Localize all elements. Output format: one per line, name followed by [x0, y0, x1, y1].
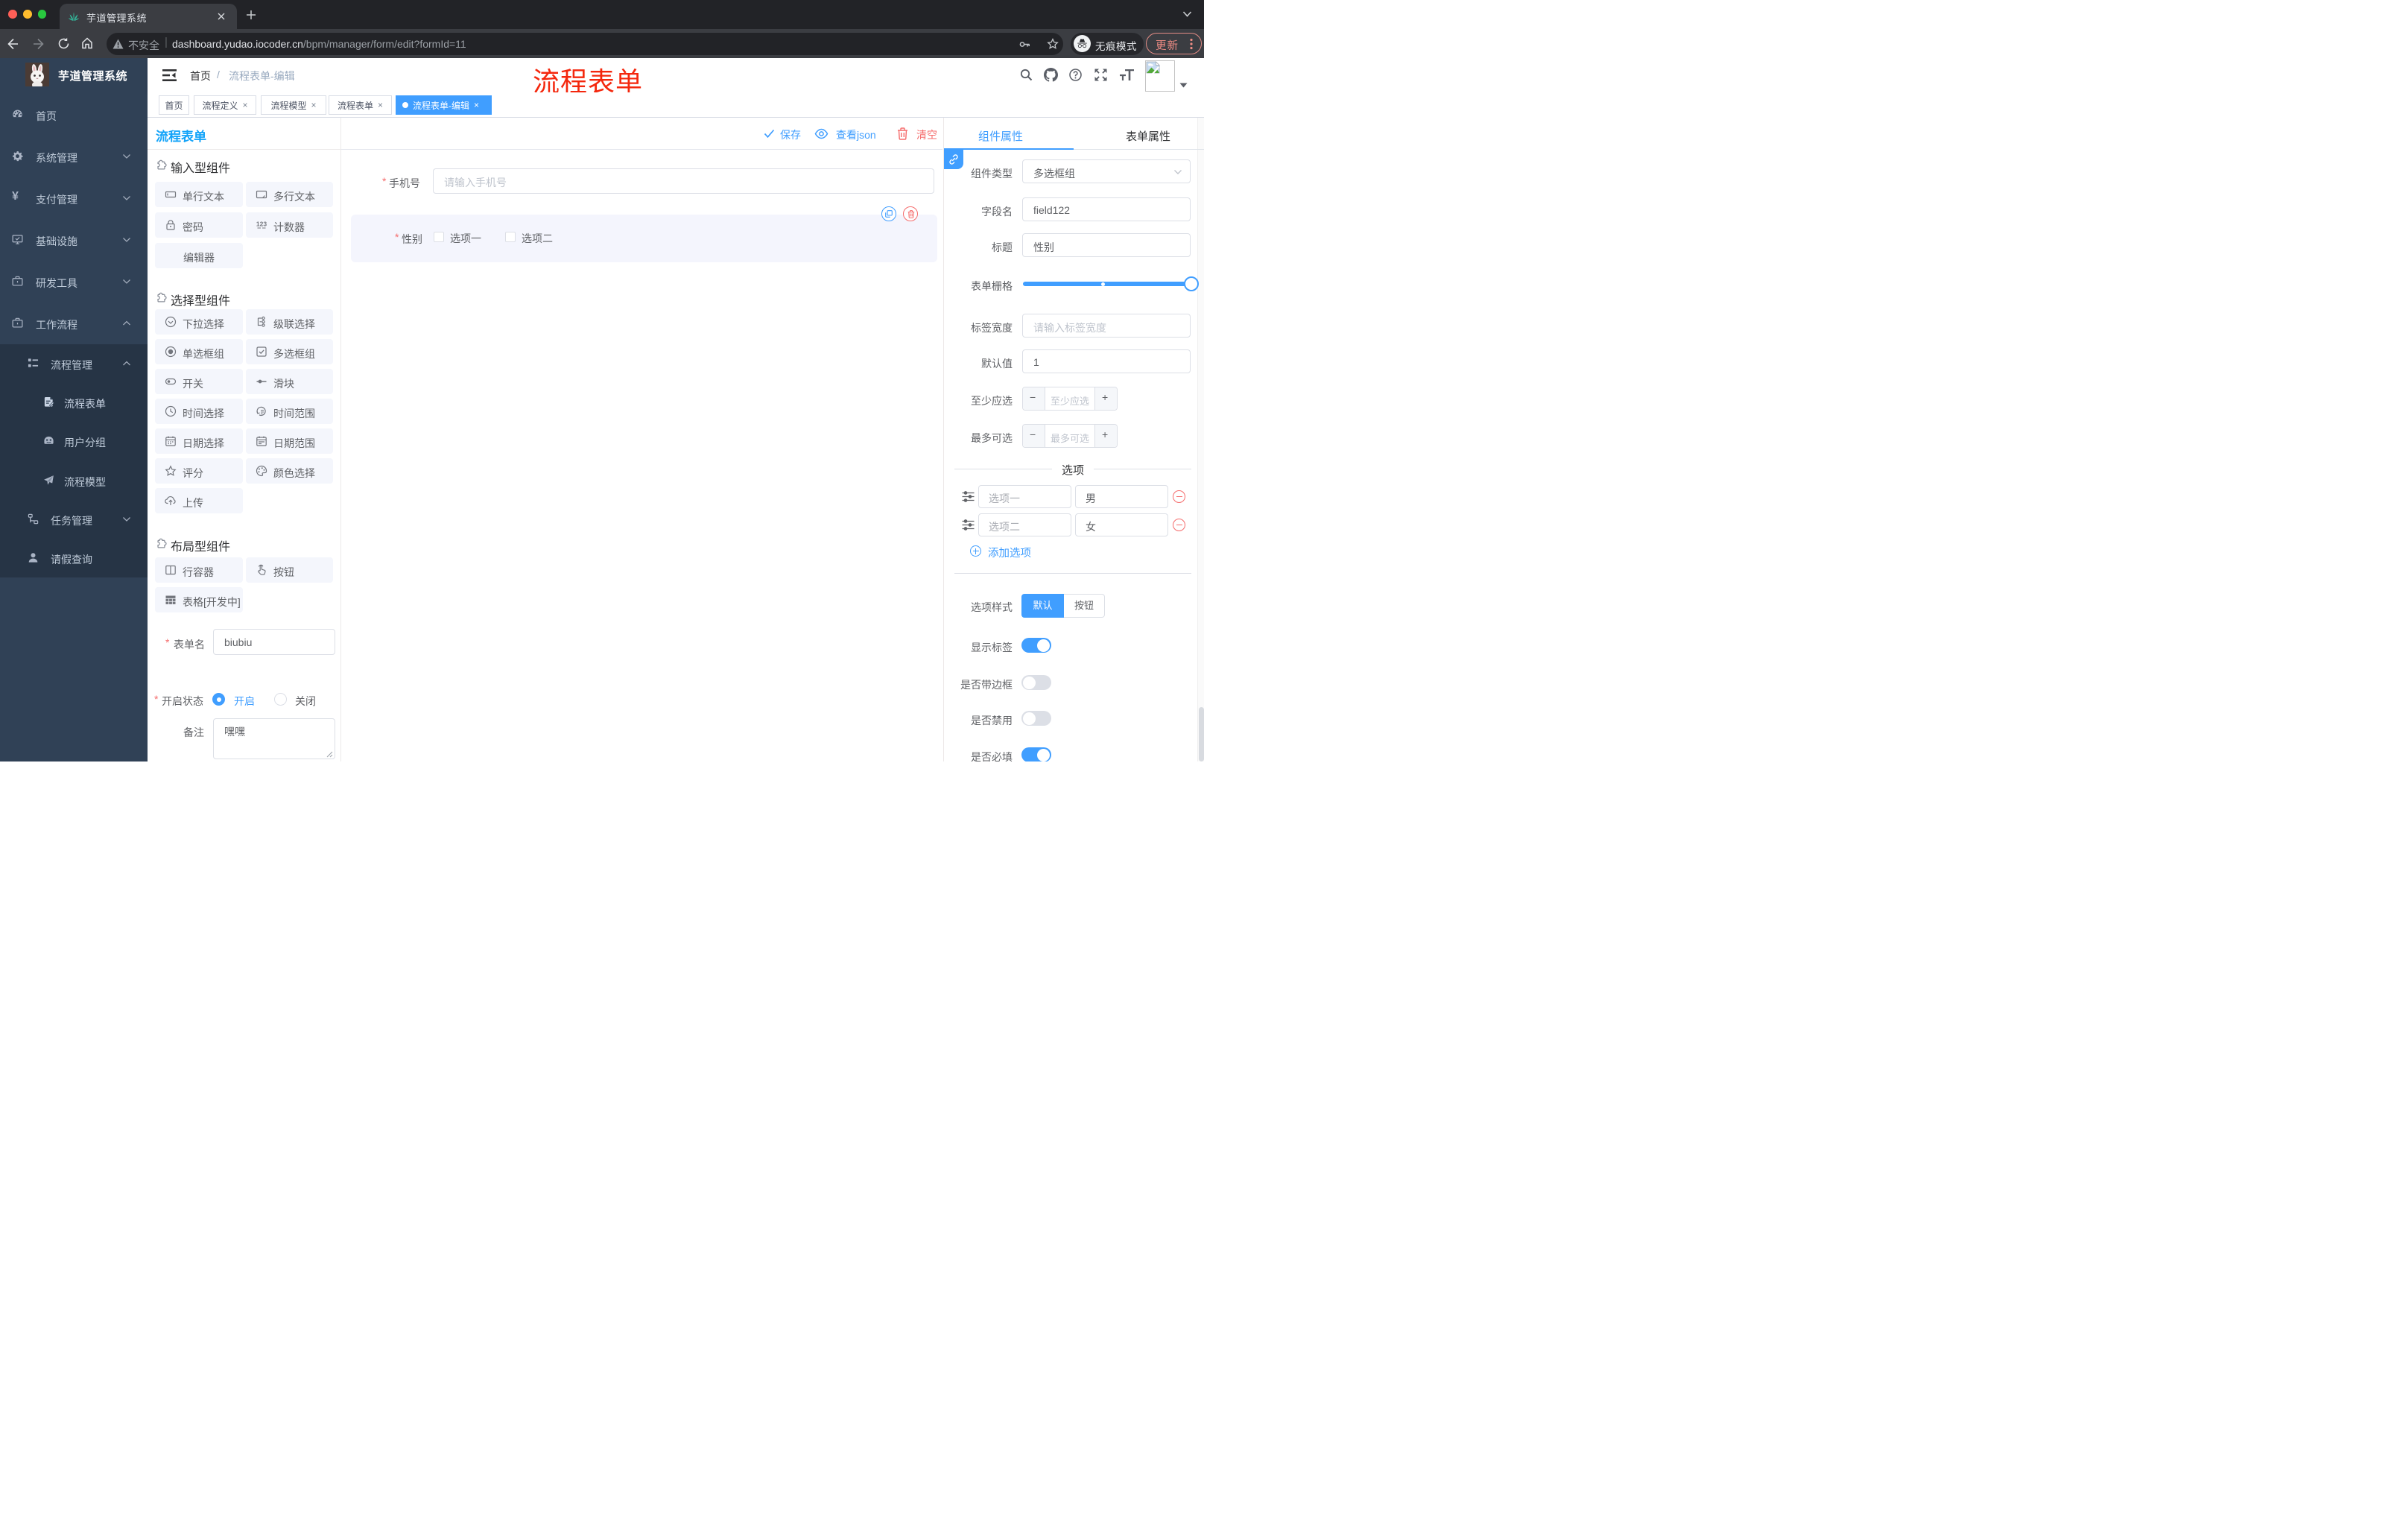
- svg-text:123: 123: [256, 221, 267, 228]
